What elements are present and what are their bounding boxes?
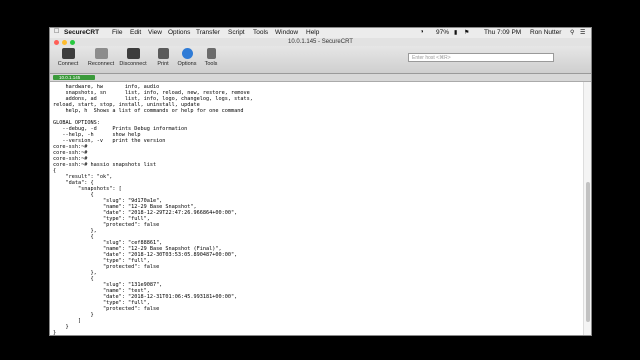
battery-icon[interactable]: ▮ — [454, 29, 457, 36]
terminal-scrollbar[interactable] — [583, 82, 591, 335]
connect-label: Connect — [57, 61, 79, 67]
menu-window[interactable]: Window — [275, 29, 298, 36]
window-title-bar: 10.0.1.145 - SecureCRT — [50, 38, 591, 46]
close-window-icon[interactable] — [54, 39, 59, 45]
window-title: 10.0.1.145 - SecureCRT — [288, 39, 353, 45]
options-label: Options — [177, 61, 197, 67]
terminal-line: } — [53, 330, 57, 336]
connect-button[interactable]: Connect — [53, 48, 83, 67]
print-label: Print — [157, 61, 169, 67]
securecrt-window:  SecureCRT File Edit View Options Trans… — [49, 27, 592, 336]
session-tab[interactable]: 10.0.1.145 — [53, 75, 95, 80]
session-tab-bar: 10.0.1.145 — [50, 74, 591, 82]
flag-icon[interactable]: ⚑ — [464, 29, 469, 36]
notification-list-icon[interactable]: ☰ — [580, 29, 585, 36]
menu-file[interactable]: File — [112, 29, 122, 36]
wifi-icon[interactable]: ◑ — [420, 29, 424, 35]
battery-percent[interactable]: 97% — [436, 29, 449, 36]
menu-options[interactable]: Options — [168, 29, 190, 36]
menu-view[interactable]: View — [148, 29, 162, 36]
toolbar: Connect Reconnect Disconnect Print Optio… — [50, 46, 591, 74]
tools-icon — [206, 48, 216, 59]
minimize-window-icon[interactable] — [62, 39, 67, 45]
terminal-line: core-ssh:~# hassio snapshots list — [53, 162, 157, 168]
info-icon — [181, 48, 193, 59]
reconnect-label: Reconnect — [87, 61, 115, 67]
menu-script[interactable]: Script — [228, 29, 245, 36]
scrollbar-thumb[interactable] — [586, 182, 590, 322]
reconnect-button[interactable]: Reconnect — [86, 48, 116, 67]
menu-edit[interactable]: Edit — [130, 29, 141, 36]
menu-user[interactable]: Ron Nutter — [530, 29, 561, 36]
disconnect-label: Disconnect — [119, 61, 147, 67]
tools-label: Tools — [204, 61, 218, 67]
menu-transfer[interactable]: Transfer — [196, 29, 220, 36]
printer-icon — [157, 48, 169, 59]
reconnect-icon — [94, 48, 108, 59]
menu-app-name[interactable]: SecureCRT — [64, 29, 99, 36]
connect-icon — [61, 48, 75, 59]
menu-clock[interactable]: Thu 7:09 PM — [484, 29, 521, 36]
spotlight-search-icon[interactable]: ⚲ — [570, 29, 574, 36]
zoom-window-icon[interactable] — [70, 39, 75, 45]
menu-help[interactable]: Help — [306, 29, 319, 36]
disconnect-button[interactable]: Disconnect — [118, 48, 148, 67]
terminal-line: help, h Shows a list of commands or help… — [53, 108, 244, 114]
host-input[interactable]: Enter host <⌘R> — [408, 53, 554, 62]
menu-tools[interactable]: Tools — [253, 29, 268, 36]
apple-icon[interactable]:  — [54, 28, 59, 35]
terminal-output[interactable]: hardware, hw info, audio snapshots, sn l… — [50, 82, 583, 335]
disconnect-icon — [126, 48, 140, 59]
tools-button[interactable]: Tools — [196, 48, 226, 67]
